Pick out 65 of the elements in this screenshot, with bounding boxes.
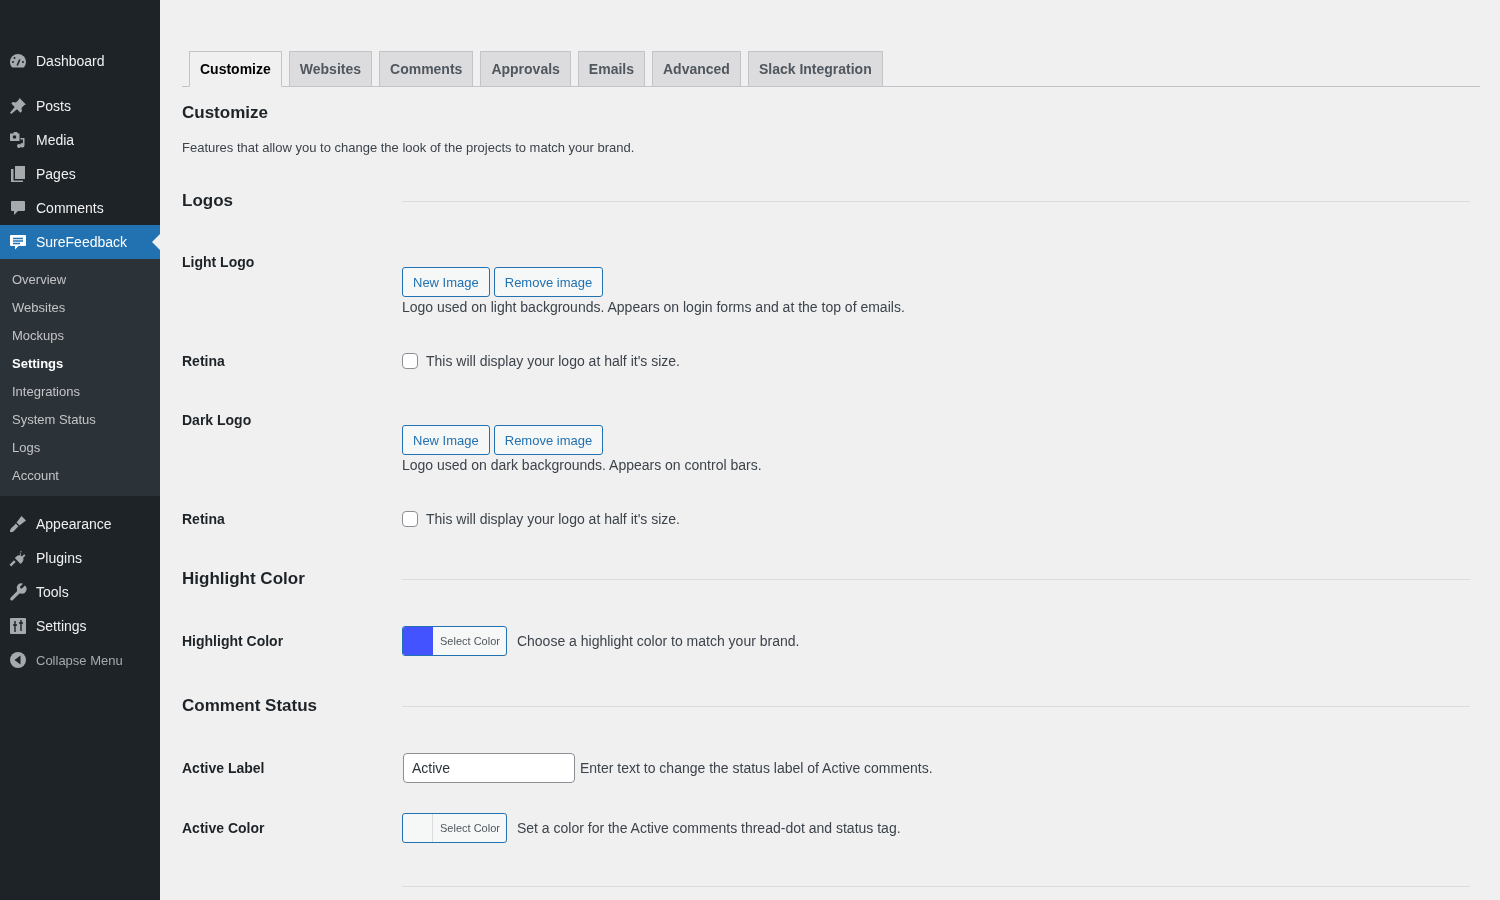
select-color-button[interactable]: Select Color xyxy=(402,813,507,843)
page-title: Customize xyxy=(182,102,268,124)
pointer-triangle-icon xyxy=(152,234,160,250)
submenu-item[interactable]: Account xyxy=(0,461,160,489)
left-arrow-circle-icon xyxy=(8,650,28,670)
tab[interactable]: Websites xyxy=(288,51,372,87)
checkbox-label: This will display your logo at half it's size. xyxy=(426,510,680,529)
field-label: Light Logo xyxy=(182,253,255,271)
submenu-item[interactable]: Overview xyxy=(0,265,160,293)
image-button[interactable]: New Image xyxy=(402,425,490,455)
sidebar-item[interactable]: Appearance xyxy=(0,507,160,541)
pushpin-icon xyxy=(8,96,28,116)
section-heading: Highlight Color xyxy=(182,568,305,590)
submenu-item[interactable]: Integrations xyxy=(0,377,160,405)
field-label: Retina xyxy=(182,352,225,370)
collapse-menu-button[interactable]: Collapse Menu xyxy=(0,643,127,677)
sidebar-item[interactable]: Dashboard xyxy=(0,44,160,78)
field-description: Enter text to change the status label of Active comments. xyxy=(580,759,933,778)
speech-bubble-icon xyxy=(8,198,28,218)
checkbox[interactable] xyxy=(402,353,418,369)
tab[interactable]: Emails xyxy=(577,51,645,87)
submenu-item[interactable]: Logs xyxy=(0,433,160,461)
text-input[interactable]: Active xyxy=(403,753,575,783)
field-label: Highlight Color xyxy=(182,632,284,650)
sidebar-item[interactable]: Pages xyxy=(0,157,160,191)
submenu-item[interactable]: System Status xyxy=(0,405,160,433)
field-description: Logo used on light backgrounds. Appears on login forms and at the top of emails. xyxy=(402,298,905,317)
tab[interactable]: Approvals xyxy=(480,51,571,87)
tab[interactable]: Advanced xyxy=(652,51,741,87)
tab[interactable]: Slack Integration xyxy=(747,51,883,87)
message-lines-icon xyxy=(8,232,28,252)
camera-music-icon xyxy=(8,130,28,150)
field-label: Dark Logo xyxy=(182,411,252,429)
documents-icon xyxy=(8,164,28,184)
page-description: Features that allow you to change the look of the projects to match your brand. xyxy=(182,139,635,157)
field-label: Retina xyxy=(182,510,225,528)
field-description: Logo used on dark backgrounds. Appears on control bars. xyxy=(402,456,762,475)
section-heading: Logos xyxy=(182,190,233,212)
sidebar-item[interactable]: Plugins xyxy=(0,541,160,575)
tab[interactable]: Customize xyxy=(189,51,282,87)
field-label: Active Color xyxy=(182,819,265,837)
sidebar-item[interactable]: Tools xyxy=(0,575,160,609)
sidebar-item[interactable]: Media xyxy=(0,123,160,157)
field-description: Choose a highlight color to match your brand. xyxy=(516,632,800,651)
sidebar-item[interactable]: SureFeedback xyxy=(0,225,160,259)
sliders-icon xyxy=(8,616,28,636)
field-label: Active Label xyxy=(182,759,265,777)
image-button[interactable]: Remove image xyxy=(493,267,604,297)
sidebar-item[interactable]: Comments xyxy=(0,191,160,225)
paintbrush-icon xyxy=(8,514,28,534)
submenu-item[interactable]: Mockups xyxy=(0,321,160,349)
sidebar-item[interactable]: Settings xyxy=(0,609,160,643)
tab[interactable]: Comments xyxy=(379,51,474,87)
image-button[interactable]: New Image xyxy=(402,267,490,297)
select-color-button[interactable]: Select Color xyxy=(402,626,507,656)
submenu-item[interactable]: Websites xyxy=(0,293,160,321)
checkbox-label: This will display your logo at half it's size. xyxy=(426,352,680,371)
field-description: Set a color for the Active comments thread-dot and status tag. xyxy=(516,819,901,838)
section-heading: Comment Status xyxy=(182,695,318,717)
image-button[interactable]: Remove image xyxy=(493,425,604,455)
plug-icon xyxy=(8,548,28,568)
submenu-item[interactable]: Settings xyxy=(0,349,160,377)
checkbox[interactable] xyxy=(402,511,418,527)
wrench-icon xyxy=(8,582,28,602)
sidebar-item[interactable]: Posts xyxy=(0,89,160,123)
